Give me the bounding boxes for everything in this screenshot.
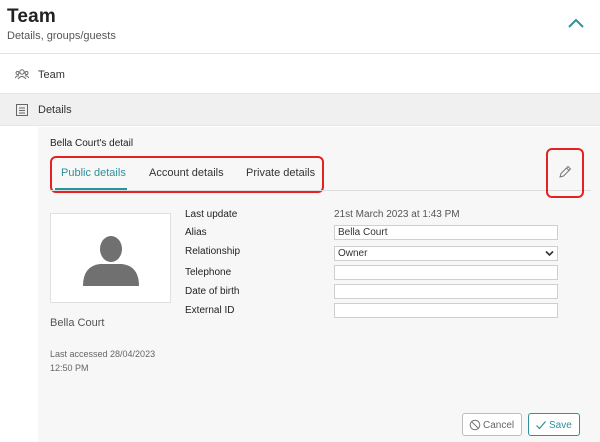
profile-name: Bella Court bbox=[50, 317, 105, 329]
edit-highlight-box bbox=[546, 148, 584, 198]
date-of-birth-input[interactable] bbox=[334, 284, 558, 299]
nav-item-team-label: Team bbox=[38, 69, 65, 81]
last-accessed: Last accessed 28/04/2023 12:50 PM bbox=[50, 347, 170, 375]
tabs-divider bbox=[50, 190, 591, 191]
telephone-label: Telephone bbox=[185, 267, 232, 278]
save-button-label: Save bbox=[549, 420, 572, 431]
people-icon bbox=[15, 69, 29, 80]
last-update-value: 21st March 2023 at 1:43 PM bbox=[334, 209, 460, 220]
last-accessed-time: 12:50 PM bbox=[50, 363, 89, 373]
cancel-button-label: Cancel bbox=[483, 420, 515, 431]
user-silhouette-icon bbox=[83, 236, 139, 286]
external-id-input[interactable] bbox=[334, 303, 558, 318]
chevron-up-icon[interactable] bbox=[566, 14, 586, 32]
avatar bbox=[50, 213, 171, 303]
section-header: Team Details, groups/guests bbox=[0, 0, 600, 54]
nav-item-team[interactable]: Team bbox=[0, 59, 600, 92]
chevron-down-icon bbox=[545, 250, 554, 257]
alias-input[interactable] bbox=[334, 225, 558, 240]
panel-title: Bella Court's detail bbox=[50, 138, 134, 149]
save-button[interactable]: Save bbox=[528, 413, 580, 436]
details-panel: Bella Court's detail Public details Acco… bbox=[38, 127, 600, 442]
nav-item-details[interactable]: Details bbox=[0, 93, 600, 126]
relationship-select[interactable]: Owner bbox=[334, 246, 558, 261]
date-of-birth-label: Date of birth bbox=[185, 286, 240, 297]
telephone-input[interactable] bbox=[334, 265, 558, 280]
pencil-icon[interactable] bbox=[558, 165, 572, 179]
tabs-highlight-box bbox=[50, 156, 324, 193]
ban-icon bbox=[469, 419, 481, 431]
check-icon bbox=[536, 421, 546, 430]
page-title: Team bbox=[7, 6, 57, 27]
alias-label: Alias bbox=[185, 227, 207, 238]
page-subtitle: Details, groups/guests bbox=[7, 30, 116, 42]
relationship-selected-value: Owner bbox=[338, 248, 368, 259]
cancel-button[interactable]: Cancel bbox=[462, 413, 522, 436]
last-update-label: Last update bbox=[185, 209, 238, 220]
list-icon bbox=[16, 104, 28, 116]
external-id-label: External ID bbox=[185, 305, 235, 316]
nav-item-details-label: Details bbox=[38, 104, 72, 116]
last-accessed-date: Last accessed 28/04/2023 bbox=[50, 349, 156, 359]
relationship-label: Relationship bbox=[185, 246, 241, 257]
